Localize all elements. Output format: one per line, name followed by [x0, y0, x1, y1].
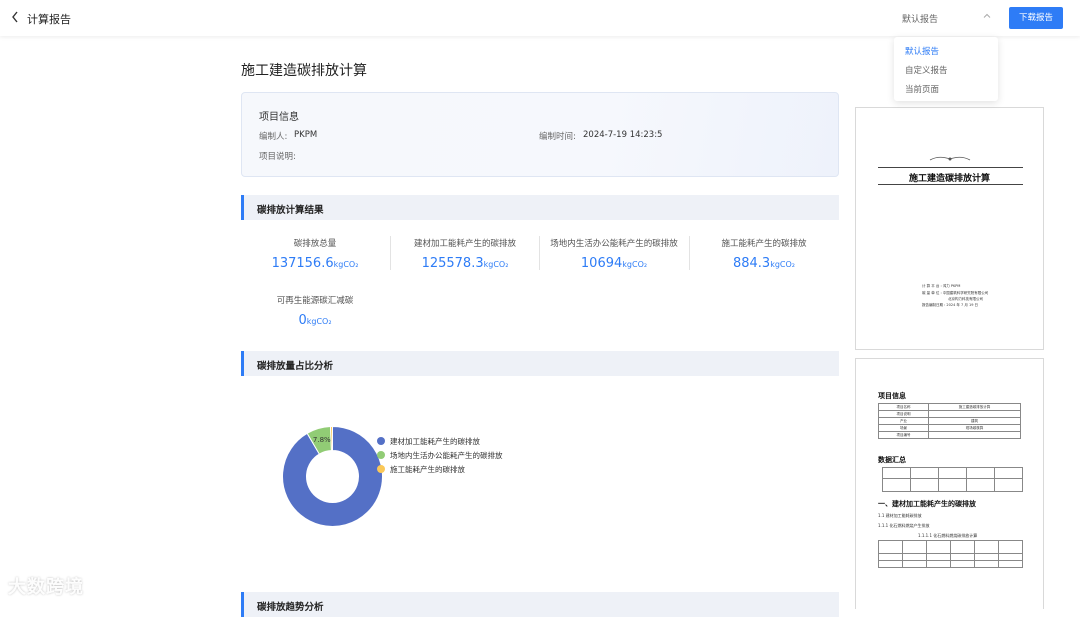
metric-renewable: 可再生能源碳汇减碳 0kgCO₂ — [241, 294, 389, 328]
metric-value: 884.3 — [732, 256, 771, 271]
metric-total: 碳排放总量 137156.6kgCO₂ — [241, 237, 389, 271]
chevron-left-icon[interactable] — [10, 9, 22, 27]
download-report-button[interactable]: 下载报告 — [1009, 7, 1063, 29]
preview-heading-project: 项目信息 — [878, 392, 906, 400]
dropdown-item-current-page[interactable]: 当前页面 — [905, 83, 939, 95]
legend-label: 施工能耗产生的碳排放 — [390, 465, 465, 474]
metric-value: 0 — [298, 313, 307, 328]
metric-unit: kgCO₂ — [483, 260, 509, 269]
metric-office: 场地内生活办公能耗产生的碳排放 10694kgCO₂ — [540, 237, 688, 271]
metric-label: 可再生能源碳汇减碳 — [276, 296, 354, 306]
metric-unit: kgCO₂ — [306, 317, 332, 326]
divider — [878, 184, 1023, 185]
project-info-heading: 项目信息 — [259, 112, 299, 123]
cover-line: 报告编制日期 : 2024 年 7 月 19 日 — [922, 303, 979, 307]
editor-label: 编制人: — [259, 132, 288, 142]
preview-heading-summary: 数据汇总 — [878, 456, 906, 464]
dropdown-item-default[interactable]: 默认报告 — [905, 45, 939, 57]
legend-swatch — [377, 451, 385, 459]
preview-page-content[interactable]: 项目信息 项目名称 施工建造碳排放计算 项目说明 产业 建筑 场景 现场碳核算 项目编… — [855, 358, 1044, 609]
preview-heading-section: 一、建材加工能耗产生的碳排放 — [878, 500, 976, 508]
project-info-card: 项目信息 编制人: PKPM 编制时间: 2024-7-19 14:23:5 项… — [241, 92, 839, 177]
time-label: 编制时间: — [539, 132, 576, 142]
metric-material: 建材加工能耗产生的碳排放 125578.3kgCO₂ — [391, 237, 539, 271]
report-template-select[interactable]: 默认报告 — [902, 12, 938, 25]
metric-label: 场地内生活办公能耗产生的碳排放 — [550, 239, 678, 249]
description-label: 项目说明: — [259, 152, 296, 162]
time-value: 2024-7-19 14:23:5 — [583, 130, 663, 140]
preview-subheading: 1.1.1 化石燃料燃烧产生排放 — [878, 523, 930, 528]
dropdown-item-custom[interactable]: 自定义报告 — [905, 64, 948, 76]
section-share-title: 碳排放量占比分析 — [257, 361, 334, 372]
cover-title: 施工建造碳排放计算 — [908, 174, 990, 184]
section-trend-title: 碳排放趋势分析 — [257, 602, 324, 613]
legend-label: 场地内生活办公能耗产生的碳排放 — [390, 451, 503, 460]
legend-swatch — [377, 465, 385, 473]
cover-line: 计 算 平 台 : 鸿力 PKPM — [922, 284, 961, 288]
legend-label: 建材加工能耗产生的碳排放 — [390, 437, 480, 446]
legend-swatch — [377, 437, 385, 445]
preview-subheading: 1.1 建材加工能耗碳排放 — [878, 513, 922, 518]
section-trend: 碳排放趋势分析 — [241, 592, 839, 617]
metric-label: 碳排放总量 — [293, 239, 337, 249]
preview-project-table: 项目名称 施工建造碳排放计算 项目说明 产业 建筑 场景 现场碳核算 项目编号 — [878, 403, 1021, 439]
section-results: 碳排放计算结果 — [241, 195, 839, 220]
metric-label: 施工能耗产生的碳排放 — [721, 239, 807, 249]
divider — [878, 167, 1023, 168]
metric-value: 10694 — [580, 256, 623, 271]
metric-label: 建材加工能耗产生的碳排放 — [413, 239, 516, 249]
top-bar: 计算报告 默认报告 下载报告 — [0, 0, 1080, 36]
legend-item[interactable]: 场地内生活办公能耗产生的碳排放 — [377, 450, 503, 461]
metric-unit: kgCO₂ — [770, 260, 796, 269]
metric-unit: kgCO₂ — [622, 260, 648, 269]
editor-value: PKPM — [294, 130, 318, 140]
metric-unit: kgCO₂ — [333, 260, 359, 269]
page-title: 计算报告 — [27, 13, 71, 26]
report-title: 施工建造碳排放计算 — [241, 63, 367, 79]
legend-item[interactable]: 建材加工能耗产生的碳排放 — [377, 436, 480, 447]
legend-item[interactable]: 施工能耗产生的碳排放 — [377, 464, 465, 475]
chevron-up-icon[interactable] — [982, 11, 992, 24]
report-template-dropdown: 默认报告 自定义报告 当前页面 — [894, 37, 998, 101]
donut-data-label: 7.8% — [313, 436, 331, 444]
watermark-logo: 大数跨境 — [8, 577, 84, 598]
preview-page-cover[interactable]: 施工建造碳排放计算 计 算 平 台 : 鸿力 PKPM 碳 量 单 位 : 中国… — [855, 107, 1044, 350]
metric-construction: 施工能耗产生的碳排放 884.3kgCO₂ — [690, 237, 838, 271]
metric-value: 137156.6 — [271, 256, 334, 271]
preview-table-caption: 1.1.1.1 化石燃料燃烧碳排放计算 — [918, 533, 978, 538]
metric-value: 125578.3 — [421, 256, 484, 271]
section-results-title: 碳排放计算结果 — [257, 205, 324, 216]
ornament-icon — [929, 156, 971, 161]
section-share: 碳排放量占比分析 — [241, 351, 839, 376]
preview-fuel-table — [878, 540, 1023, 568]
share-donut-chart: 91.56%7.8% — [282, 425, 383, 527]
preview-summary-table — [882, 467, 1023, 492]
